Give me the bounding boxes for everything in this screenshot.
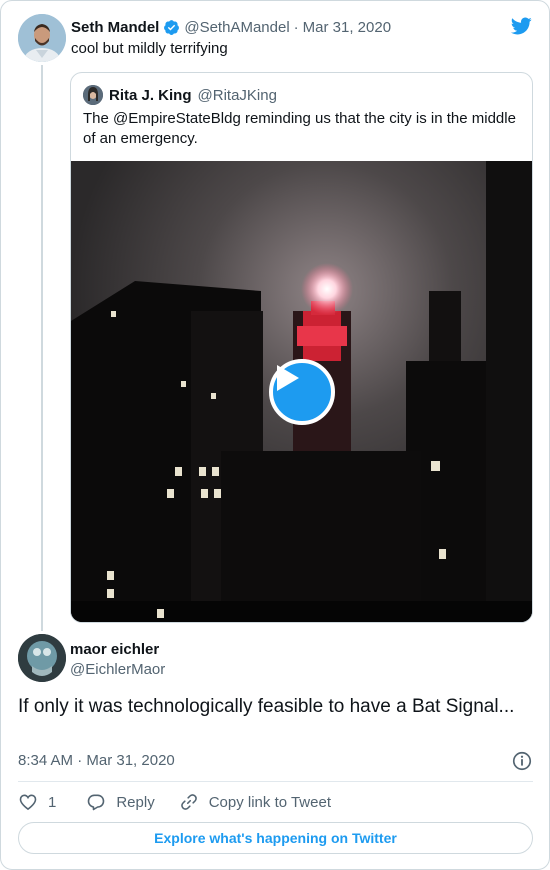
rita-king-avatar <box>83 85 103 105</box>
heart-icon <box>19 794 37 811</box>
like-button[interactable]: 1 <box>18 792 56 812</box>
verified-badge-icon <box>164 19 180 35</box>
reply-author-handle[interactable]: @EichlerMaor <box>70 661 165 678</box>
embedded-tweet-card: Seth Mandel @SethAMandel · Mar 31, 2020 … <box>0 0 550 870</box>
thread-connector-line <box>41 65 43 631</box>
quoted-author-name: Rita J. King <box>109 86 192 104</box>
tweet-date[interactable]: Mar 31, 2020 <box>303 19 391 36</box>
twitter-bird-icon[interactable] <box>509 15 533 37</box>
quoted-tweet-text: The @EmpireStateBldg reminding us that t… <box>83 110 516 147</box>
actions-divider <box>18 781 533 782</box>
author-handle[interactable]: @SethAMandel <box>184 19 289 36</box>
like-count: 1 <box>48 793 57 811</box>
reply-button[interactable]: Reply <box>86 792 155 812</box>
reply-label: Reply <box>116 793 155 811</box>
quoted-tweet-header: Rita J. King @RitaJKing <box>83 85 277 105</box>
link-icon <box>180 794 197 810</box>
tweet-text: cool but mildly terrifying <box>71 40 228 57</box>
tweet-actions: 1 Reply Copy link to Tweet <box>18 789 331 815</box>
separator-dot: · <box>293 18 299 36</box>
play-icon <box>277 365 299 391</box>
play-button[interactable] <box>269 359 335 425</box>
reply-bubble-icon <box>88 794 105 811</box>
reply-timestamp[interactable]: 8:34 AM · Mar 31, 2020 <box>18 752 175 769</box>
copy-link-button[interactable]: Copy link to Tweet <box>179 792 331 812</box>
author-name[interactable]: Seth Mandel <box>71 19 159 36</box>
info-icon[interactable] <box>511 750 533 772</box>
maor-eichler-avatar[interactable] <box>18 634 66 682</box>
quoted-tweet[interactable]: Rita J. King @RitaJKing The @EmpireState… <box>70 72 533 623</box>
seth-mandel-avatar[interactable] <box>18 14 66 62</box>
quoted-author-handle: @RitaJKing <box>197 86 277 104</box>
video-thumbnail[interactable] <box>71 161 532 622</box>
reply-tweet-text: If only it was technologically feasible … <box>18 696 515 717</box>
explore-twitter-button[interactable]: Explore what's happening on Twitter <box>18 822 533 854</box>
tweet-header: Seth Mandel @SethAMandel · Mar 31, 2020 <box>71 17 391 37</box>
copy-link-label: Copy link to Tweet <box>208 793 331 811</box>
reply-author-name[interactable]: maor eichler <box>70 641 159 658</box>
